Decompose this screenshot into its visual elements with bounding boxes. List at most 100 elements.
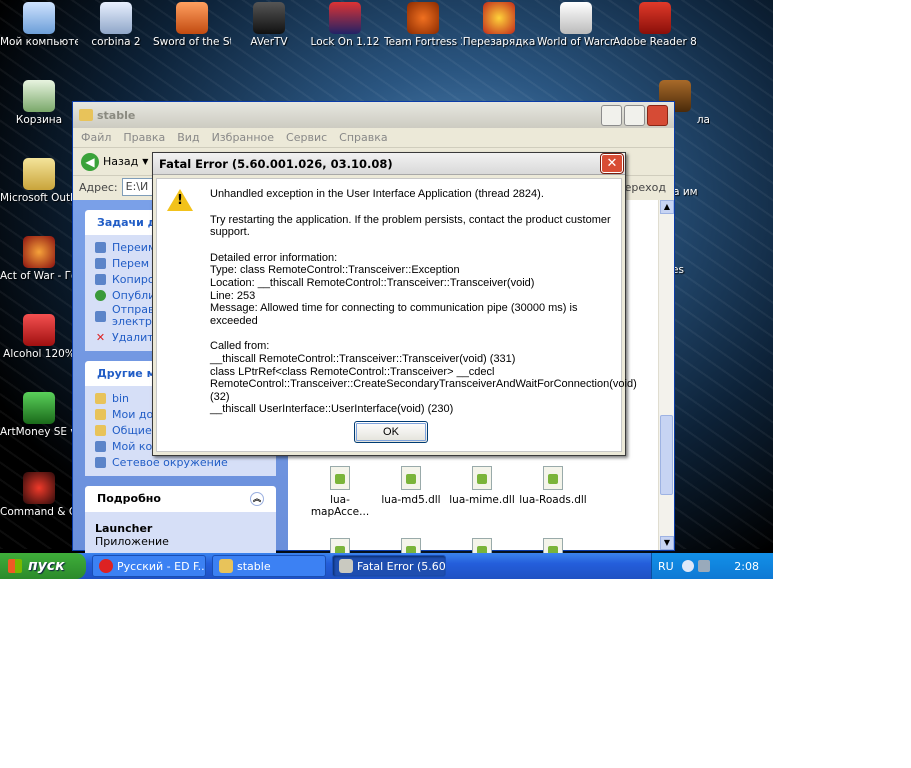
back-arrow-icon: ◀: [81, 152, 99, 171]
details-panel: Подробно ︽ Launcher Приложение: [85, 486, 276, 554]
menu-file[interactable]: Файл: [81, 131, 111, 144]
artmoney-icon: [23, 392, 55, 424]
task-label: Копиро: [112, 272, 155, 286]
system-tray: RU 2:08: [651, 553, 773, 579]
taskbar-item-opera[interactable]: Русский - ED F...: [92, 555, 206, 577]
explorer-menubar: Файл Правка Вид Избранное Сервис Справка: [73, 128, 674, 148]
network-tray-icon[interactable]: [697, 560, 710, 572]
desktop-icon-lock-on[interactable]: Lock On 1.12: [306, 2, 384, 48]
place-label: Общие: [112, 423, 152, 437]
back-button[interactable]: ◀ Назад ▼: [81, 152, 148, 171]
desktop-icon-my-computer[interactable]: Мой компьютер: [0, 2, 78, 48]
scroll-thumb[interactable]: [660, 415, 673, 495]
desktop-icon-label: Adobe Reader 8: [613, 36, 697, 48]
detail-message: Message: Allowed time for connecting to …: [210, 302, 578, 327]
desktop-icon-label: Корзина: [15, 114, 63, 126]
folder-icon: [95, 408, 106, 420]
dll-file-icon: [543, 466, 563, 490]
ok-button[interactable]: OK: [354, 421, 428, 443]
details-panel-title: Подробно: [97, 492, 161, 505]
folder-icon: [79, 109, 93, 121]
folder-icon: [95, 392, 106, 404]
menu-tools[interactable]: Сервис: [286, 131, 327, 144]
chevron-up-icon[interactable]: ︽: [250, 492, 264, 506]
pdf-icon: [639, 2, 671, 34]
desktop-icon-command-conquer[interactable]: Command & Conquer 3...: [0, 472, 78, 518]
dialog-titlebar[interactable]: Fatal Error (5.60.001.026, 03.10.08) ✕: [153, 153, 625, 175]
error-message: Unhandled exception in the User Interfac…: [210, 188, 637, 416]
desktop-icon-label: ArtMoney SE v7.24: [0, 426, 78, 438]
scroll-up-icon[interactable]: ▲: [660, 200, 674, 214]
dll-file-icon: [472, 466, 492, 490]
menu-favorites[interactable]: Избранное: [212, 131, 274, 144]
file-item[interactable]: lua-md5.dll: [373, 466, 449, 506]
folder-icon: [95, 424, 106, 436]
call-stack-3: __thiscall UserInterface::UserInterface(…: [210, 403, 454, 416]
desktop-icon-artmoney[interactable]: ArtMoney SE v7.24: [0, 392, 78, 438]
error-line-1: Unhandled exception in the User Interfac…: [210, 188, 544, 200]
maximize-button[interactable]: [624, 104, 645, 126]
desktop-icon-sword-of-the-stars[interactable]: Sword of the Stars. Пов...: [153, 2, 231, 48]
menu-view[interactable]: Вид: [177, 131, 199, 144]
dialog-close-button[interactable]: ✕: [600, 153, 624, 174]
explorer-title: stable: [97, 108, 136, 122]
desktop-icon-world-of-warcraft[interactable]: World of Warcraft FR...: [537, 2, 615, 48]
place-network[interactable]: Сетевое окружение: [95, 454, 266, 470]
desktop-icon-label: Lock On 1.12: [310, 36, 380, 48]
outlook-icon: [23, 158, 55, 190]
desktop-icon-corbina[interactable]: corbina 2: [77, 2, 155, 48]
language-indicator[interactable]: RU: [658, 560, 674, 573]
move-icon: [95, 257, 106, 269]
task-label: Перем: [112, 256, 150, 270]
game-icon: [176, 2, 208, 34]
desktop-icon-reload[interactable]: Перезарядка: [460, 2, 538, 48]
copy-icon: [95, 273, 106, 285]
explorer-titlebar[interactable]: stable: [73, 102, 674, 128]
game-icon: [407, 2, 439, 34]
file-item[interactable]: lua-mime.dll: [444, 466, 520, 506]
tv-icon: [253, 2, 285, 34]
desktop-icon-alcohol[interactable]: Alcohol 120%: [0, 314, 78, 360]
network-icon: [95, 456, 106, 468]
call-stack-1: __thiscall RemoteControl::Transceiver::T…: [210, 352, 516, 365]
menu-help[interactable]: Справка: [339, 131, 387, 144]
taskbar-item-fatal-error[interactable]: Fatal Error (5.60...: [332, 555, 446, 577]
tray-arrow-icon[interactable]: [681, 560, 694, 572]
desktop-icon-label: Alcohol 120%: [3, 348, 75, 360]
dialog-body: ! Unhandled exception in the User Interf…: [156, 178, 637, 452]
desktop-icon-label: Act of War - Государстве...: [0, 270, 78, 282]
start-button[interactable]: пуск: [0, 553, 86, 579]
desktop-icon-outlook[interactable]: Microsoft Outlook: [0, 158, 78, 204]
desktop-icon-avertv[interactable]: AVerTV: [230, 2, 308, 48]
taskbar-item-stable[interactable]: stable: [212, 555, 326, 577]
fatal-error-dialog[interactable]: Fatal Error (5.60.001.026, 03.10.08) ✕ !…: [152, 152, 637, 456]
taskbar: пуск Русский - ED F... stable Fatal Erro…: [0, 553, 773, 579]
desktop-icon-act-of-war[interactable]: Act of War - Государстве...: [0, 236, 78, 282]
dropdown-arrow-icon[interactable]: ▼: [142, 157, 148, 166]
close-button[interactable]: [647, 104, 668, 126]
details-panel-header[interactable]: Подробно ︽: [85, 486, 276, 512]
called-from-header: Called from:: [210, 340, 270, 353]
desktop-icon-recycle-bin[interactable]: Корзина: [0, 80, 78, 126]
details-name: Launcher: [95, 522, 153, 535]
game-icon: [23, 236, 55, 268]
file-item[interactable]: lua-Roads.dll: [515, 466, 591, 506]
scroll-down-icon[interactable]: ▼: [660, 536, 674, 550]
game-icon: [329, 2, 361, 34]
task-label: Опубли: [112, 288, 156, 302]
game-icon: [23, 472, 55, 504]
network-icon: [100, 2, 132, 34]
game-icon: [483, 2, 515, 34]
address-label: Адрес:: [79, 180, 118, 194]
file-name: lua-mime.dll: [449, 494, 515, 506]
menu-edit[interactable]: Правка: [123, 131, 165, 144]
vertical-scrollbar[interactable]: ▲ ▼: [658, 200, 674, 550]
dll-file-icon: [330, 466, 350, 490]
desktop-icon-team-fortress[interactable]: Team Fortress 2: [384, 2, 462, 48]
desktop-icon-adobe-reader[interactable]: Adobe Reader 8: [613, 2, 697, 48]
minimize-button[interactable]: [601, 104, 622, 126]
file-item[interactable]: lua-mapAcce...: [302, 466, 378, 518]
delete-icon: ✕: [95, 330, 106, 344]
desktop: Мой компьютер corbina 2 Sword of the Sta…: [0, 0, 773, 579]
recycle-bin-icon: [23, 80, 55, 112]
